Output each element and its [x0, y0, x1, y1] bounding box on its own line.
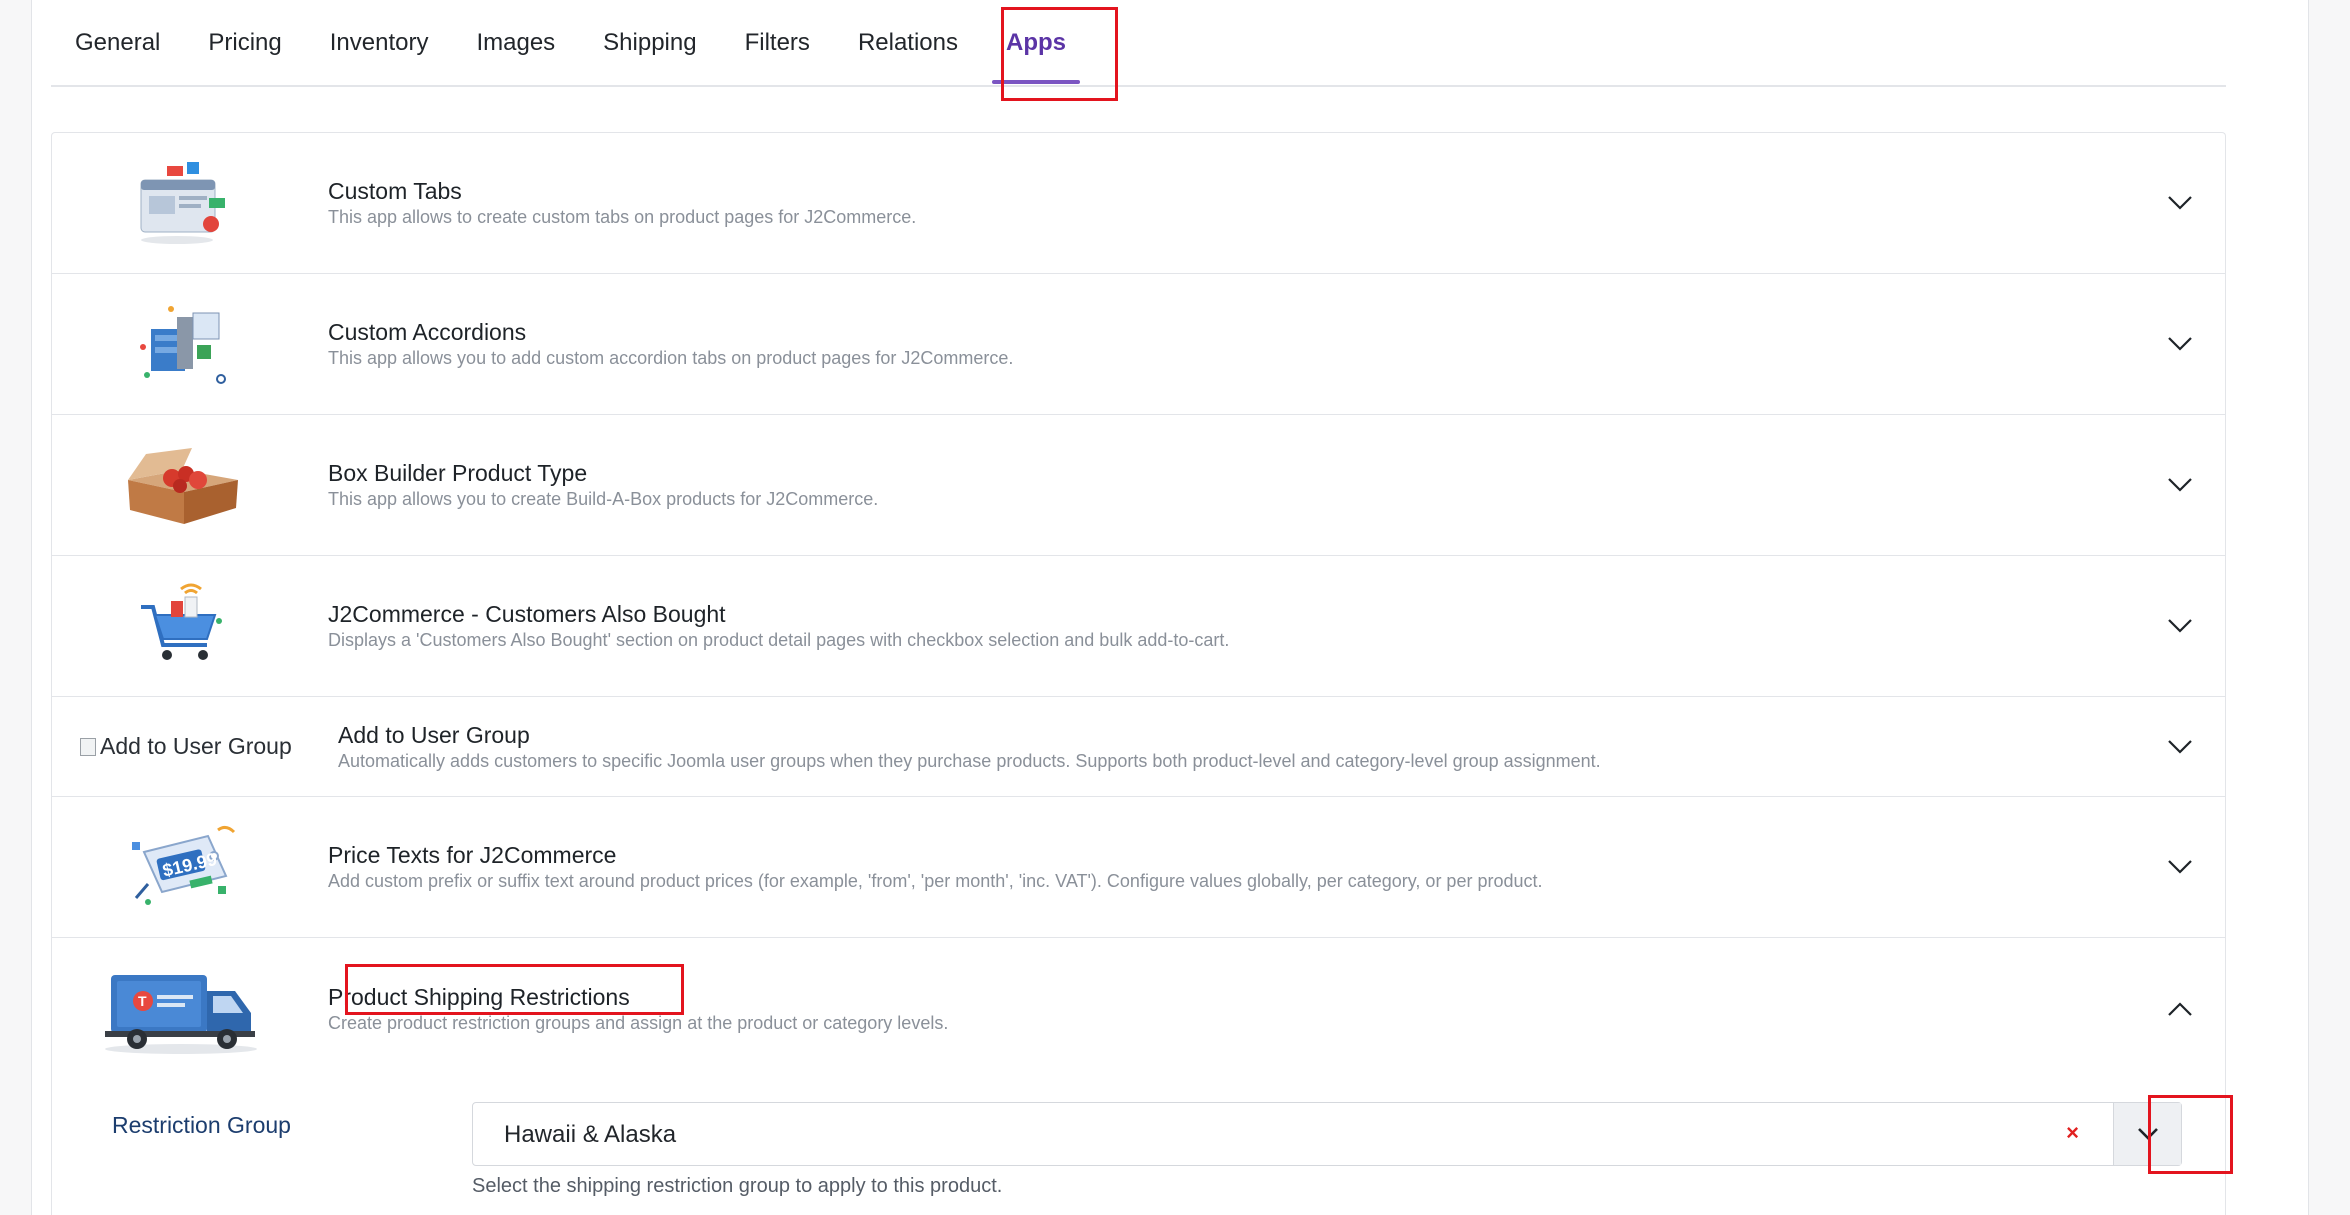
chevron-down-icon[interactable] — [2165, 732, 2195, 762]
tab-shipping[interactable]: Shipping — [579, 0, 720, 85]
broken-image-icon: Add to User Group — [80, 733, 292, 760]
app-description: Add custom prefix or suffix text around … — [328, 871, 1543, 891]
app-text: Custom Accordions This app allows you to… — [328, 318, 2105, 370]
chevron-down-icon[interactable] — [2165, 852, 2195, 882]
app-title: Product Shipping Restrictions — [328, 983, 630, 1010]
chevron-down-icon[interactable] — [2165, 329, 2195, 359]
app-row-price-texts[interactable]: $19.99 Price Texts for J2Commerce Add cu… — [52, 797, 2225, 938]
restriction-group-label: Restriction Group — [112, 1112, 291, 1138]
box-builder-icon — [112, 435, 252, 535]
delivery-truck-icon: T — [86, 959, 266, 1059]
app-row-customers-also-bought[interactable]: J2Commerce - Customers Also Bought Displ… — [52, 556, 2225, 697]
app-text: Product Shipping Restrictions Create pro… — [328, 983, 2105, 1035]
app-description: Automatically adds customers to specific… — [338, 750, 1601, 771]
app-row-custom-tabs[interactable]: Custom Tabs This app allows to create cu… — [52, 133, 2225, 274]
chevron-down-icon[interactable] — [2165, 470, 2195, 500]
selected-value: Hawaii & Alaska — [504, 1121, 677, 1148]
tab-pricing[interactable]: Pricing — [184, 0, 305, 85]
broken-image-glyph — [80, 737, 96, 756]
app-description: Displays a 'Customers Also Bought' secti… — [328, 630, 1230, 650]
product-tabs: General Pricing Inventory Images Shippin… — [51, 0, 2226, 87]
restriction-group-help: Select the shipping restriction group to… — [472, 1175, 1003, 1197]
app-row-add-to-user-group[interactable]: Add to User Group Add to User Group Auto… — [52, 697, 2225, 797]
app-title: Custom Tabs — [328, 178, 462, 204]
price-tag-icon: $19.99 — [112, 817, 252, 917]
dropdown-toggle-button[interactable] — [2113, 1103, 2181, 1165]
app-row-custom-accordions[interactable]: Custom Accordions This app allows you to… — [52, 274, 2225, 415]
app-text: Price Texts for J2Commerce Add custom pr… — [328, 841, 2105, 893]
tab-filters[interactable]: Filters — [721, 0, 834, 85]
chevron-up-icon[interactable] — [2165, 994, 2195, 1024]
tab-images[interactable]: Images — [452, 0, 579, 85]
tab-apps[interactable]: Apps — [982, 0, 1090, 85]
tab-relations[interactable]: Relations — [834, 0, 982, 85]
app-title: Price Texts for J2Commerce — [328, 842, 617, 868]
app-description: Create product restriction groups and as… — [328, 1012, 949, 1033]
custom-accordions-icon — [112, 294, 252, 394]
app-row-product-shipping-restrictions[interactable]: T Product Shipping Restrictions Create p… — [52, 938, 2225, 1079]
app-text: Add to User Group Automatically adds cus… — [338, 721, 2105, 773]
app-description: This app allows you to create Build-A-Bo… — [328, 489, 879, 509]
app-description: This app allows you to add custom accord… — [328, 348, 1014, 368]
chevron-down-icon[interactable] — [2165, 188, 2195, 218]
app-text: J2Commerce - Customers Also Bought Displ… — [328, 600, 2105, 652]
image-alt-text: Add to User Group — [100, 733, 292, 759]
app-text: Custom Tabs This app allows to create cu… — [328, 177, 2105, 229]
app-description: This app allows to create custom tabs on… — [328, 207, 917, 227]
chevron-down-icon[interactable] — [2165, 611, 2195, 641]
app-title: Add to User Group — [338, 721, 530, 748]
restriction-group-select[interactable]: Hawaii & Alaska × — [472, 1102, 2182, 1166]
shopping-cart-icon — [112, 576, 252, 676]
app-list: Custom Tabs This app allows to create cu… — [51, 132, 2226, 1215]
app-title: Custom Accordions — [328, 319, 527, 345]
clear-selection-icon[interactable]: × — [2066, 1122, 2079, 1144]
chevron-down-icon — [2137, 1128, 2158, 1140]
svg-text:T: T — [138, 993, 147, 1009]
app-text: Box Builder Product Type This app allows… — [328, 459, 2105, 511]
app-row-box-builder[interactable]: Box Builder Product Type This app allows… — [52, 415, 2225, 556]
app-title: J2Commerce - Customers Also Bought — [328, 601, 726, 627]
custom-tabs-icon — [112, 153, 252, 253]
tab-general[interactable]: General — [51, 0, 184, 85]
app-title: Box Builder Product Type — [328, 460, 588, 486]
tab-inventory[interactable]: Inventory — [306, 0, 453, 85]
